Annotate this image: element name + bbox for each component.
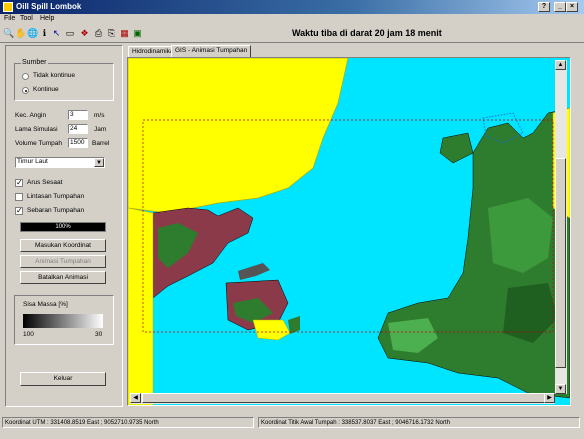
- radio-kontinue-label: Kontinue: [33, 86, 59, 93]
- island-yellow-west: [128, 207, 154, 405]
- menu-help[interactable]: Help: [40, 15, 54, 22]
- copy-icon[interactable]: ⎘: [106, 27, 117, 39]
- lama-simulasi-input[interactable]: 24: [68, 124, 88, 134]
- map-view[interactable]: [127, 57, 571, 406]
- gis-map[interactable]: [128, 58, 570, 405]
- menu-bar: File Tool Help: [0, 14, 584, 25]
- spill-icon[interactable]: ❖: [79, 27, 90, 39]
- arrival-time-text: Waktu tiba di darat 20 jam 18 menit: [292, 28, 442, 38]
- sisa-massa-group: Sisa Massa [%] 100 30: [14, 295, 114, 345]
- sisa-massa-gradient: [23, 314, 103, 328]
- kec-angin-label: Kec. Angin: [15, 112, 47, 119]
- menu-file[interactable]: File: [4, 15, 15, 22]
- hand-icon[interactable]: ✋: [15, 27, 26, 39]
- sebaran-checkbox[interactable]: ✓: [15, 207, 23, 215]
- chevron-down-icon[interactable]: ▼: [94, 158, 104, 167]
- window-title: Oill Spill Lombok: [16, 2, 82, 11]
- tab-bar: Hidrodinamika GIS - Animasi Tumpahan: [126, 44, 576, 58]
- control-panel: Sumber Tidak kontinue Kontinue Kec. Angi…: [5, 45, 123, 407]
- vertical-scrollbar[interactable]: ▲ ▼: [555, 60, 567, 394]
- volume-tumpah-input[interactable]: 1500: [68, 138, 88, 148]
- volume-tumpah-label: Volume Tumpah: [15, 140, 62, 147]
- print-icon[interactable]: ⎙: [93, 27, 104, 39]
- sumber-group: Sumber Tidak kontinue Kontinue: [14, 59, 114, 101]
- sisa-massa-title: Sisa Massa [%]: [23, 301, 68, 308]
- scroll-up-icon[interactable]: ▲: [555, 60, 566, 70]
- app-icon: [3, 2, 13, 12]
- sisa-massa-min: 100: [23, 331, 34, 338]
- arus-sesaat-checkbox[interactable]: ✓: [15, 179, 23, 187]
- kec-angin-unit: m/s: [94, 112, 105, 119]
- vertical-scroll-thumb[interactable]: [555, 158, 566, 368]
- toolbar: 🔍 ✋ 🌐 ℹ ↖ ▭ ❖ ⎙ ⎘ ▦ ▣ Waktu tiba di dara…: [0, 25, 584, 43]
- sebaran-label: Sebaran Tumpahan: [27, 207, 85, 214]
- menu-tool[interactable]: Tool: [20, 15, 33, 22]
- status-utm: Koordinat UTM : 331408.8519 East ; 90527…: [2, 417, 254, 428]
- volume-tumpah-unit: Barrel: [92, 140, 110, 147]
- globe-icon[interactable]: 🌐: [27, 27, 38, 39]
- direction-value: Timur Laut: [17, 158, 48, 165]
- ruler-icon[interactable]: ▭: [63, 27, 77, 39]
- lama-simulasi-unit: Jam: [94, 126, 107, 133]
- horizontal-scroll-thumb[interactable]: [142, 393, 547, 403]
- lintasan-label: Lintasan Tumpahan: [27, 193, 85, 200]
- lama-simulasi-label: Lama Simulasi: [15, 126, 58, 133]
- chart-icon[interactable]: ▦: [119, 27, 130, 39]
- magnifier-icon[interactable]: 🔍: [3, 27, 14, 39]
- progress-text: 100%: [55, 224, 71, 230]
- radio-tidak-kontinue-label: Tidak kontinue: [33, 72, 76, 79]
- close-button[interactable]: ×: [566, 2, 578, 12]
- scroll-right-icon[interactable]: ▶: [544, 393, 555, 403]
- batalkan-animasi-button[interactable]: Batalkan Animasi: [20, 271, 106, 284]
- kec-angin-input[interactable]: 3: [68, 110, 88, 120]
- horizontal-scrollbar[interactable]: ◀ ▶: [130, 393, 555, 404]
- minimize-button[interactable]: _: [554, 2, 566, 12]
- lintasan-checkbox[interactable]: [15, 193, 23, 201]
- direction-select[interactable]: Timur Laut ▼: [15, 157, 105, 168]
- title-bar: Oill Spill Lombok ? _ ×: [0, 0, 584, 14]
- sumber-title: Sumber: [21, 59, 48, 66]
- scroll-down-icon[interactable]: ▼: [555, 384, 566, 394]
- scroll-left-icon[interactable]: ◀: [130, 393, 141, 403]
- layer-icon[interactable]: ▣: [132, 27, 143, 39]
- help-button[interactable]: ?: [538, 2, 550, 12]
- animasi-tumpahan-button[interactable]: Animasi Tumpahan: [20, 255, 106, 268]
- arus-sesaat-label: Arus Sesaat: [27, 179, 63, 186]
- status-titik-awal: Koordinat Titik Awal Tumpah : 338537.803…: [258, 417, 580, 428]
- progress-bar: 100%: [20, 222, 106, 232]
- pointer-icon[interactable]: ↖: [51, 27, 62, 39]
- info-icon[interactable]: ℹ: [39, 27, 50, 39]
- radio-kontinue[interactable]: [22, 87, 29, 94]
- keluar-button[interactable]: Keluar: [20, 372, 106, 386]
- radio-tidak-kontinue[interactable]: [22, 73, 29, 80]
- masukan-koordinat-button[interactable]: Masukan Koordinat: [20, 239, 106, 252]
- sisa-massa-max: 30: [95, 331, 103, 338]
